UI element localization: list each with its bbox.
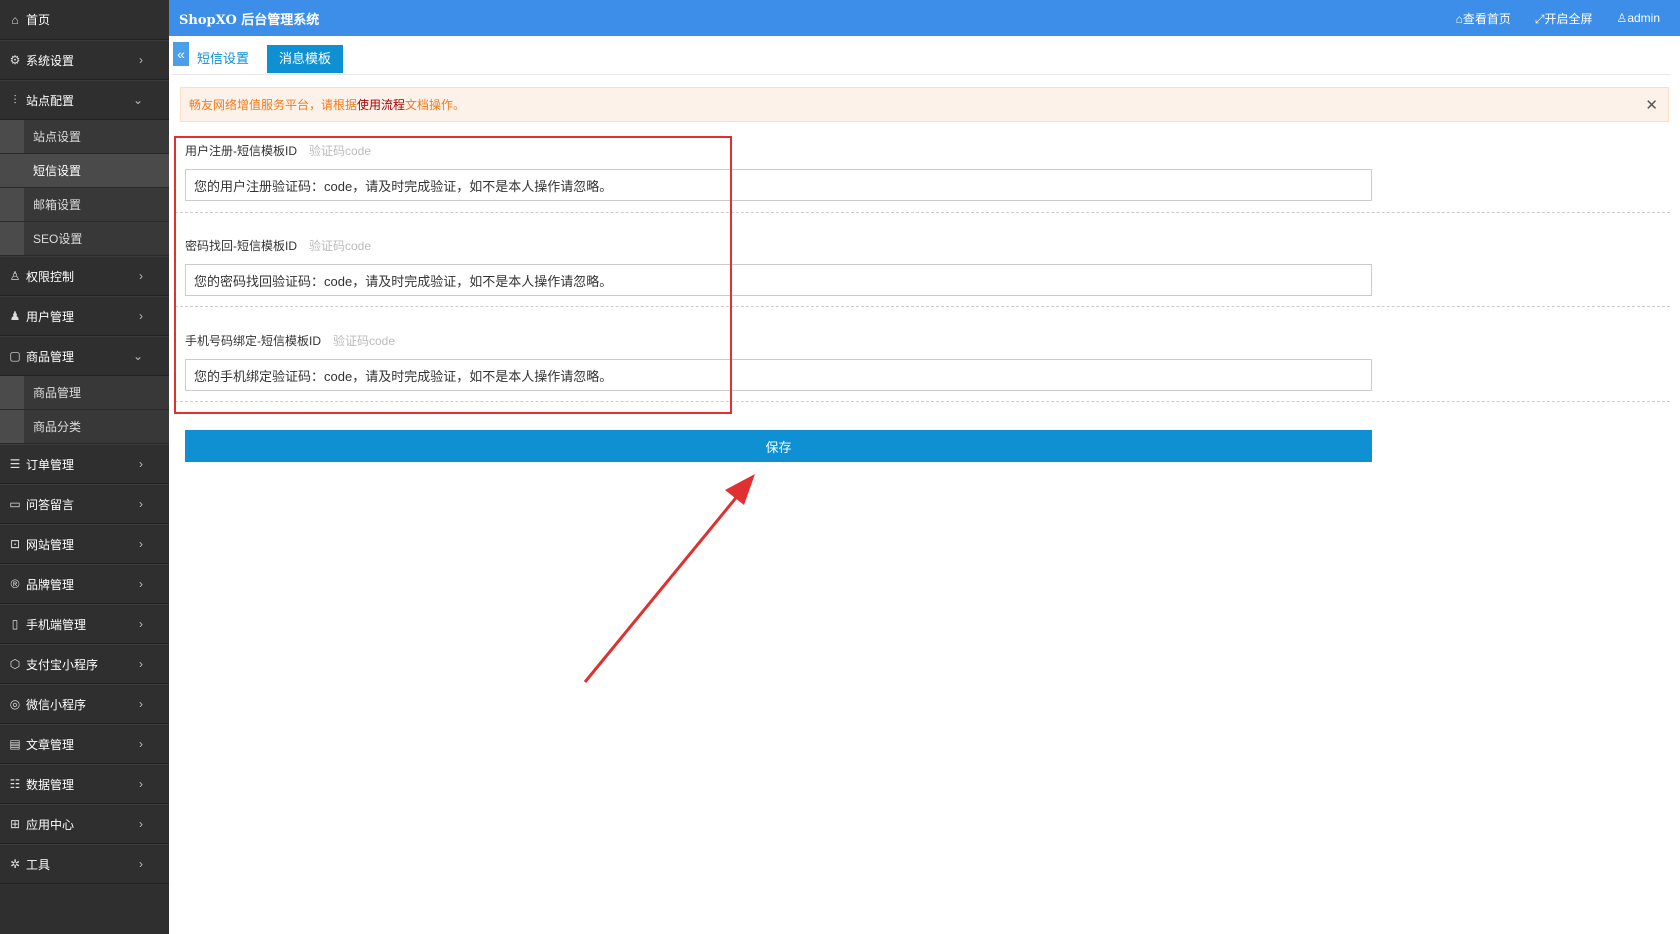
annotation-arrow <box>583 474 755 683</box>
